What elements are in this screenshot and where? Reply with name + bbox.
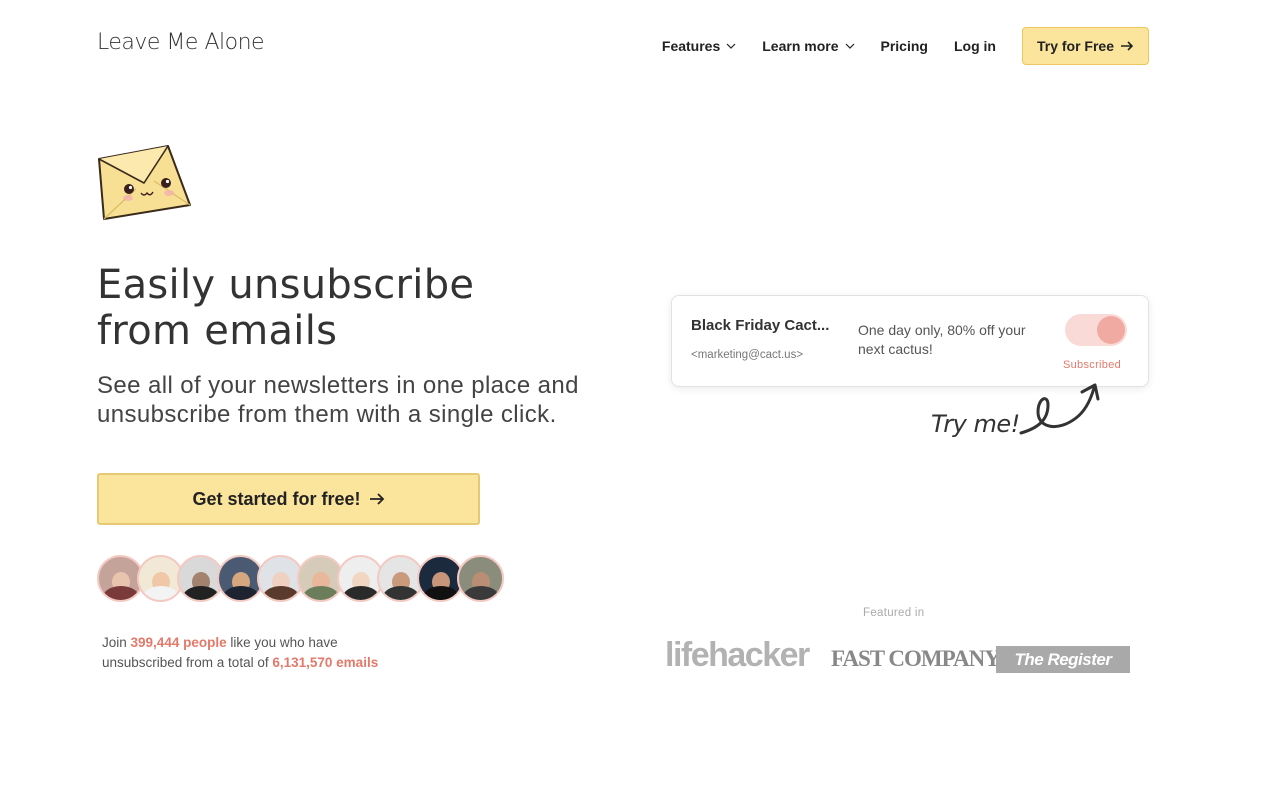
- nav-learn-more-label: Learn more: [762, 38, 839, 54]
- demo-subscription-card: Black Friday Cact... <marketing@cact.us>…: [671, 295, 1149, 387]
- sender-name: Black Friday Cact...: [691, 317, 830, 334]
- hero-subhead-line1: See all of your newsletters in one place…: [97, 372, 579, 399]
- get-started-button[interactable]: Get started for free!: [97, 473, 480, 525]
- sender-email: <marketing@cact.us>: [691, 349, 804, 361]
- join-prefix: Join: [102, 635, 127, 650]
- get-started-label: Get started for free!: [192, 488, 361, 509]
- fast-company-logo: FAST COMPANY: [831, 646, 1001, 671]
- the-register-logo: The Register: [996, 646, 1130, 673]
- people-count: 399,444 people: [130, 635, 227, 650]
- main-nav: Features Learn more Pricing Log in Try f…: [662, 27, 1149, 65]
- join-middle: like you who have: [230, 635, 338, 650]
- line2-prefix: unsubscribed from a total of: [102, 654, 269, 670]
- nav-pricing[interactable]: Pricing: [881, 27, 928, 65]
- nav-login-label: Log in: [953, 38, 996, 54]
- social-proof-text: Join 399,444 people like you who have un…: [102, 633, 442, 672]
- nav-features-label: Features: [661, 38, 721, 54]
- hero-headline-line1: Easily unsubscribe: [97, 262, 475, 308]
- lifehacker-logo: lifehacker: [665, 636, 810, 674]
- avatar: [457, 555, 504, 602]
- hero-headline: Easily unsubscribe from emails: [97, 262, 557, 354]
- try-for-free-button[interactable]: Try for Free: [1021, 27, 1149, 65]
- featured-in-label: Featured in: [863, 607, 925, 619]
- chevron-down-icon: [726, 43, 736, 49]
- try-for-free-label: Try for Free: [1036, 38, 1114, 54]
- nav-login[interactable]: Log in: [954, 27, 996, 65]
- brand-logo[interactable]: Leave Me Alone: [97, 30, 265, 55]
- try-me-label: Try me!: [931, 410, 1020, 438]
- chevron-down-icon: [845, 43, 854, 49]
- subscription-toggle[interactable]: [1065, 314, 1127, 346]
- toggle-knob: [1097, 316, 1125, 344]
- nav-features[interactable]: Features: [662, 27, 736, 65]
- arrow-right-icon: [1121, 41, 1134, 51]
- subscription-status: Subscribed: [1063, 359, 1122, 371]
- hero-subhead-line2: unsubscribe from them with a single clic…: [97, 401, 557, 428]
- nav-learn-more[interactable]: Learn more: [762, 27, 854, 65]
- nav-pricing-label: Pricing: [880, 38, 928, 54]
- emails-count: 6,131,570 emails: [272, 654, 379, 670]
- hero-headline-line2: from emails: [97, 308, 338, 354]
- email-snippet: One day only, 80% off your next cactus!: [858, 322, 1026, 357]
- envelope-mascot-icon: [98, 145, 191, 220]
- hero-subhead: See all of your newsletters in one place…: [97, 371, 617, 429]
- user-avatars: [97, 555, 504, 602]
- curly-arrow-icon: [1019, 383, 1100, 435]
- arrow-right-icon: [369, 493, 384, 505]
